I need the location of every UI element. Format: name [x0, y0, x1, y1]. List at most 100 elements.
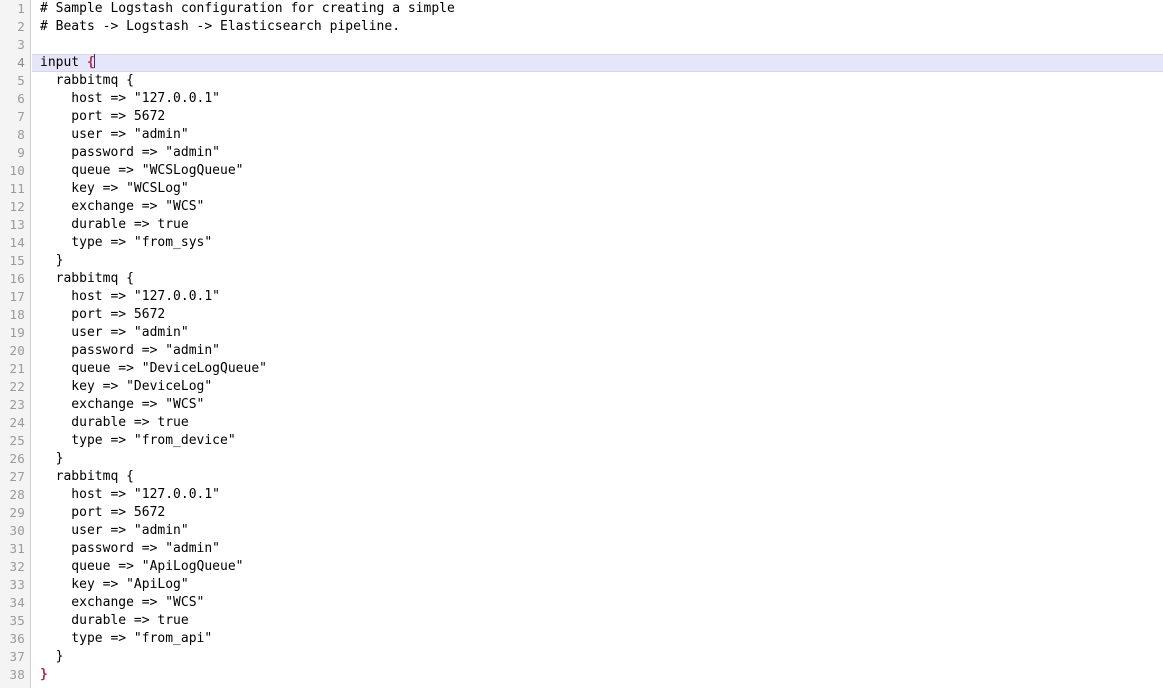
- code-line[interactable]: queue => "ApiLogQueue": [32, 558, 1163, 576]
- code-line[interactable]: user => "admin": [32, 324, 1163, 342]
- text-cursor: [94, 54, 96, 68]
- code-editor[interactable]: 1 2 3 4 5 6 7 8 9 10 11 12 13 14 15 16 17 18 19 20 21 22 23 24 2…: [0, 0, 1163, 688]
- code-line[interactable]: [32, 36, 1163, 54]
- code-line-text: rabbitmq {: [40, 469, 134, 484]
- code-line[interactable]: password => "admin": [32, 342, 1163, 360]
- line-number: 16: [9, 271, 25, 286]
- code-line-text: password => "admin": [40, 541, 221, 556]
- code-line-text: }: [40, 451, 64, 466]
- code-line-text: type => "from_device": [40, 433, 236, 448]
- code-line-text: # Beats -> Logstash -> Elasticsearch pip…: [40, 19, 401, 34]
- line-number: 28: [9, 487, 25, 502]
- line-number: 2: [17, 19, 25, 34]
- code-line-text: durable => true: [40, 217, 189, 232]
- line-number: 18: [9, 307, 25, 322]
- code-line-text: exchange => "WCS": [40, 199, 205, 214]
- code-text-area[interactable]: # Sample Logstash configuration for crea…: [32, 0, 1163, 688]
- code-line-text: durable => true: [40, 415, 189, 430]
- code-line[interactable]: host => "127.0.0.1": [32, 486, 1163, 504]
- code-line-text: }: [40, 649, 64, 664]
- line-number: 11: [9, 181, 25, 196]
- code-line[interactable]: host => "127.0.0.1": [32, 288, 1163, 306]
- code-line[interactable]: port => 5672: [32, 504, 1163, 522]
- code-line-text: key => "ApiLog": [40, 577, 189, 592]
- code-line[interactable]: }: [32, 666, 1163, 684]
- line-number: 31: [9, 541, 25, 556]
- line-number: 29: [9, 505, 25, 520]
- code-line[interactable]: user => "admin": [32, 522, 1163, 540]
- line-number: 4: [17, 55, 25, 70]
- code-line-text: key => "DeviceLog": [40, 379, 213, 394]
- code-line[interactable]: type => "from_api": [32, 630, 1163, 648]
- code-line-text: password => "admin": [40, 145, 221, 160]
- code-line-text: exchange => "WCS": [40, 595, 205, 610]
- code-line-text: rabbitmq {: [40, 73, 134, 88]
- line-number: 14: [9, 235, 25, 250]
- code-line-text: user => "admin": [40, 523, 189, 538]
- line-number: 8: [17, 127, 25, 142]
- code-line[interactable]: type => "from_device": [32, 432, 1163, 450]
- code-line-current[interactable]: input {: [32, 54, 1163, 72]
- code-line[interactable]: key => "WCSLog": [32, 180, 1163, 198]
- line-number: 17: [9, 289, 25, 304]
- line-number: 7: [17, 109, 25, 124]
- code-line[interactable]: key => "ApiLog": [32, 576, 1163, 594]
- line-number: 34: [9, 595, 25, 610]
- code-line-list: # Sample Logstash configuration for crea…: [32, 0, 1163, 684]
- code-line[interactable]: queue => "WCSLogQueue": [32, 162, 1163, 180]
- line-number: 6: [17, 91, 25, 106]
- code-line[interactable]: user => "admin": [32, 126, 1163, 144]
- code-line[interactable]: key => "DeviceLog": [32, 378, 1163, 396]
- line-number: 1: [17, 1, 25, 16]
- code-line[interactable]: port => 5672: [32, 108, 1163, 126]
- code-line[interactable]: # Beats -> Logstash -> Elasticsearch pip…: [32, 18, 1163, 36]
- line-number: 32: [9, 559, 25, 574]
- line-number: 25: [9, 433, 25, 448]
- code-line-text: queue => "WCSLogQueue": [40, 163, 244, 178]
- code-line[interactable]: exchange => "WCS": [32, 594, 1163, 612]
- code-line-text: queue => "ApiLogQueue": [40, 559, 244, 574]
- line-number: 20: [9, 343, 25, 358]
- line-number: 3: [17, 37, 25, 52]
- code-line[interactable]: password => "admin": [32, 144, 1163, 162]
- line-number: 27: [9, 469, 25, 484]
- line-number: 5: [17, 73, 25, 88]
- code-line[interactable]: rabbitmq {: [32, 72, 1163, 90]
- code-line-text: input: [40, 55, 87, 70]
- code-line-text: port => 5672: [40, 109, 166, 124]
- code-line[interactable]: rabbitmq {: [32, 468, 1163, 486]
- code-line[interactable]: type => "from_sys": [32, 234, 1163, 252]
- code-line-text: host => "127.0.0.1": [40, 91, 221, 106]
- code-line[interactable]: queue => "DeviceLogQueue": [32, 360, 1163, 378]
- line-number-gutter[interactable]: 1 2 3 4 5 6 7 8 9 10 11 12 13 14 15 16 17 18 19 20 21 22 23 24 2…: [0, 0, 31, 688]
- code-line-text: port => 5672: [40, 307, 166, 322]
- code-line[interactable]: }: [32, 252, 1163, 270]
- code-line-text: host => "127.0.0.1": [40, 487, 221, 502]
- code-line[interactable]: password => "admin": [32, 540, 1163, 558]
- code-line[interactable]: # Sample Logstash configuration for crea…: [32, 0, 1163, 18]
- line-number: 10: [9, 163, 25, 178]
- line-number: 23: [9, 397, 25, 412]
- code-line[interactable]: durable => true: [32, 612, 1163, 630]
- code-line[interactable]: durable => true: [32, 414, 1163, 432]
- code-line[interactable]: exchange => "WCS": [32, 198, 1163, 216]
- code-line-text: host => "127.0.0.1": [40, 289, 221, 304]
- line-number: 19: [9, 325, 25, 340]
- code-line[interactable]: exchange => "WCS": [32, 396, 1163, 414]
- line-number: 15: [9, 253, 25, 268]
- code-line[interactable]: host => "127.0.0.1": [32, 90, 1163, 108]
- matched-brace: }: [40, 667, 48, 682]
- code-line-text: port => 5672: [40, 505, 166, 520]
- code-line[interactable]: }: [32, 648, 1163, 666]
- line-number: 24: [9, 415, 25, 430]
- code-line-text: user => "admin": [40, 325, 189, 340]
- line-number: 22: [9, 379, 25, 394]
- code-line[interactable]: port => 5672: [32, 306, 1163, 324]
- line-number: 35: [9, 613, 25, 628]
- code-line[interactable]: durable => true: [32, 216, 1163, 234]
- code-line[interactable]: rabbitmq {: [32, 270, 1163, 288]
- code-line-text: type => "from_sys": [40, 235, 213, 250]
- code-line-text: type => "from_api": [40, 631, 213, 646]
- code-line[interactable]: }: [32, 450, 1163, 468]
- code-line-text: password => "admin": [40, 343, 221, 358]
